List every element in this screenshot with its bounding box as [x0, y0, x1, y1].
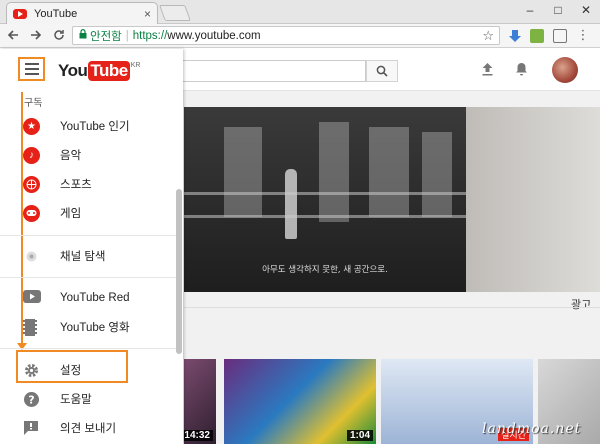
help-icon: ? [23, 391, 40, 408]
youtube-logo[interactable]: You Tube KR [58, 61, 140, 81]
url-separator: | [125, 29, 129, 42]
tab-close-icon[interactable]: × [144, 7, 151, 21]
ad-label: 광고 [571, 299, 592, 311]
section-divider [184, 307, 600, 308]
svg-text:?: ? [28, 393, 34, 406]
guide-item-label: 채널 탐색 [60, 251, 106, 263]
security-label: 안전함 [90, 30, 122, 43]
download-extension-icon[interactable] [508, 29, 522, 43]
guide-item-gaming[interactable]: 게임 [0, 199, 176, 227]
video-subtitle: 아무도 생각하지 못한, 새 공간으로. [262, 265, 388, 275]
logo-you: You [58, 61, 88, 80]
search-icon [376, 65, 388, 77]
guide-item-browse-channels[interactable]: 채널 탐색 [0, 242, 176, 270]
guide-item-youtube-red[interactable]: YouTube Red [0, 284, 176, 312]
guide-divider [0, 348, 176, 349]
bookmark-star-icon[interactable]: ☆ [482, 28, 494, 44]
url-host: www.youtube.com [167, 29, 261, 42]
guide-item-label: 음악 [60, 150, 82, 162]
guide-menu-button[interactable] [18, 57, 45, 81]
back-button[interactable] [3, 28, 23, 44]
reload-button[interactable] [49, 28, 69, 44]
account-avatar[interactable] [552, 57, 578, 83]
video-thumbnail[interactable]: 1:04 [224, 359, 376, 444]
guide-divider [0, 235, 176, 236]
guide-item-settings[interactable]: 설정 [0, 356, 176, 384]
watermark: landmoa.net [482, 421, 582, 437]
notifications-bell-icon[interactable] [515, 62, 528, 79]
lock-icon [79, 29, 87, 42]
video-thumbnail[interactable]: 14:32 [184, 359, 216, 444]
guide-item-youtube-movies[interactable]: YouTube 영화 [0, 313, 176, 341]
url-scheme: https:// [132, 29, 168, 42]
guide-item-feedback[interactable]: 의견 보내기 [0, 414, 176, 442]
browser-toolbar: 안전함 | https:// www.youtube.com ☆ ⋮ [0, 24, 600, 48]
tab-title: YouTube [34, 7, 78, 20]
cast-icon[interactable] [553, 29, 567, 43]
guide-divider [0, 277, 176, 278]
guide-item-label: 스포츠 [60, 179, 92, 191]
arrow-right-icon [31, 29, 42, 40]
address-bar[interactable]: 안전함 | https:// www.youtube.com ☆ [72, 26, 500, 45]
person-figure [285, 169, 297, 239]
menu-dots-icon[interactable]: ⋮ [576, 28, 590, 43]
minimize-button[interactable]: – [516, 0, 544, 20]
gamepad-icon [23, 204, 40, 222]
guide-item-label: 의견 보내기 [60, 423, 117, 435]
guide-item-label: YouTube 영화 [60, 322, 130, 334]
close-window-button[interactable]: ✕ [572, 0, 600, 20]
music-note-icon: ♪ [23, 146, 40, 164]
feedback-icon [23, 420, 40, 437]
guide-item-label: YouTube Red [60, 292, 130, 304]
forward-button[interactable] [26, 28, 46, 44]
guide-item-music[interactable]: ♪ 음악 [0, 141, 176, 169]
video-player[interactable]: 아무도 생각하지 못한, 새 공간으로. [184, 107, 466, 292]
guide-item-trending[interactable]: ★ YouTube 인기 [0, 112, 176, 140]
hamburger-icon [24, 63, 39, 65]
guide-item-label: 설정 [60, 365, 82, 377]
guide-item-label: YouTube 인기 [60, 121, 130, 133]
video-duration: 1:04 [346, 430, 373, 441]
guide-item-label: 게임 [60, 208, 82, 220]
tab-youtube[interactable]: YouTube × [6, 2, 158, 24]
upload-icon[interactable] [481, 62, 494, 79]
extension-green-icon[interactable] [530, 29, 544, 43]
star-icon: ★ [23, 117, 40, 135]
window-controls: – □ ✕ [516, 0, 600, 20]
new-tab-button[interactable] [159, 5, 191, 21]
logo-region: KR [130, 62, 141, 69]
browser-tabstrip: YouTube × – □ ✕ [0, 0, 600, 24]
arrow-left-icon [7, 29, 18, 40]
guide-item-label: 도움말 [60, 394, 92, 406]
gear-icon [23, 362, 40, 379]
ad-side-panel [466, 107, 600, 292]
guide-item-help[interactable]: ? 도움말 [0, 385, 176, 413]
guide-sidebar: You Tube KR 구독 ★ YouTube 인기 ♪ 음악 스포츠 게임 … [0, 49, 183, 444]
reload-icon [54, 29, 64, 40]
search-input[interactable] [182, 60, 366, 82]
maximize-button[interactable]: □ [544, 0, 572, 20]
search-button[interactable] [366, 60, 398, 82]
youtube-favicon-icon [13, 8, 27, 19]
section-label-subscriptions: 구독 [24, 98, 43, 109]
youtube-red-icon [23, 289, 41, 307]
video-duration: 14:32 [184, 430, 213, 441]
guide-item-sports[interactable]: 스포츠 [0, 170, 176, 198]
logo-tube: Tube [88, 61, 130, 81]
guide-scrollbar[interactable] [176, 189, 182, 354]
basketball-icon [23, 175, 40, 193]
plus-circle-icon [23, 248, 40, 265]
film-icon [23, 318, 40, 336]
